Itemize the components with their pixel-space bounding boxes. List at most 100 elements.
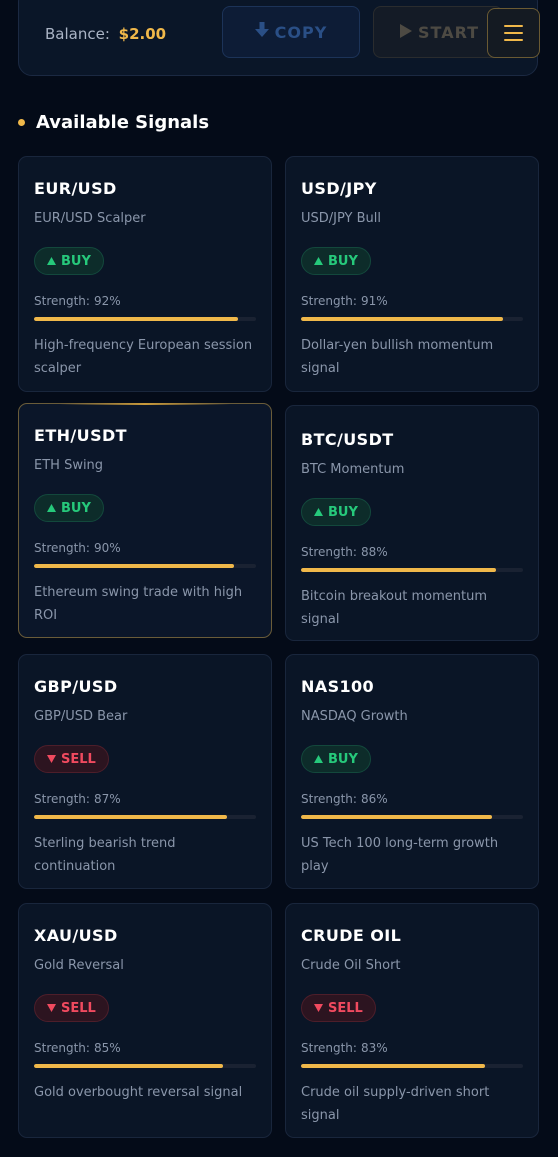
signal-card[interactable]: NAS100 NASDAQ Growth BUY Strength: 86% US Tec… xyxy=(285,654,539,889)
strength-label: Strength: xyxy=(34,792,90,806)
strength-text: Strength: 85% xyxy=(34,1041,121,1055)
strength-value: 88% xyxy=(360,545,388,559)
signal-description: Bitcoin breakout momentum signal xyxy=(301,589,487,627)
signal-description: High-frequency European session scalper xyxy=(34,338,253,376)
signal-description: Crude oil supply-driven short signal xyxy=(301,1085,490,1123)
strength-bar xyxy=(301,1064,523,1068)
strength-value: 91% xyxy=(360,294,388,308)
strength-value: 87% xyxy=(93,792,121,806)
triangle-up-icon xyxy=(314,254,323,269)
play-icon xyxy=(400,23,412,42)
hamburger-menu-icon[interactable] xyxy=(487,8,540,58)
direction-label: BUY xyxy=(61,500,91,516)
strength-value: 85% xyxy=(93,1041,121,1055)
strength-label: Strength: xyxy=(301,792,357,806)
signal-pair: BTC/USDT xyxy=(301,430,394,449)
strength-bar xyxy=(34,564,256,568)
signal-card[interactable]: XAU/USD Gold Reversal SELL Strength: 85% Gold… xyxy=(18,903,272,1138)
signal-pair: ETH/USDT xyxy=(34,426,127,445)
signal-pair: GBP/USD xyxy=(34,677,118,696)
copy-button[interactable]: COPY xyxy=(222,6,360,58)
direction-label: BUY xyxy=(328,253,358,269)
signal-strategy: EUR/USD Scalper xyxy=(34,211,146,226)
balance-label: Balance: xyxy=(45,25,110,43)
signal-pair: USD/JPY xyxy=(301,179,377,198)
direction-label: BUY xyxy=(328,504,358,520)
strength-bar xyxy=(34,815,256,819)
signal-card[interactable]: ETH/USDT ETH Swing BUY Strength: 90% Ethereum… xyxy=(18,403,272,638)
direction-badge: BUY xyxy=(34,247,104,275)
strength-value: 90% xyxy=(93,541,121,555)
triangle-up-icon xyxy=(314,752,323,767)
strength-value: 92% xyxy=(93,294,121,308)
strength-bar xyxy=(34,1064,256,1068)
start-label: START xyxy=(418,22,480,42)
strength-label: Strength: xyxy=(301,545,357,559)
section-title: Available Signals xyxy=(36,112,210,133)
direction-label: SELL xyxy=(61,751,96,767)
strength-value: 86% xyxy=(360,792,388,806)
signal-strategy: Crude Oil Short xyxy=(301,958,401,973)
direction-label: SELL xyxy=(328,1000,363,1016)
strength-text: Strength: 87% xyxy=(34,792,121,806)
strength-text: Strength: 86% xyxy=(301,792,388,806)
signal-strategy: GBP/USD Bear xyxy=(34,709,128,724)
signal-strategy: Gold Reversal xyxy=(34,958,124,973)
direction-badge: BUY xyxy=(301,498,371,526)
signal-pair: XAU/USD xyxy=(34,926,118,945)
triangle-down-icon xyxy=(314,1001,323,1016)
triangle-down-icon xyxy=(47,1001,56,1016)
direction-label: BUY xyxy=(61,253,91,269)
strength-text: Strength: 91% xyxy=(301,294,388,308)
signal-description: Gold overbought reversal signal xyxy=(34,1085,243,1100)
strength-label: Strength: xyxy=(301,294,357,308)
signal-pair: CRUDE OIL xyxy=(301,926,402,945)
strength-value: 83% xyxy=(360,1041,388,1055)
signal-card[interactable]: BTC/USDT BTC Momentum BUY Strength: 88% Bitco… xyxy=(285,405,539,641)
strength-bar xyxy=(301,317,523,321)
strength-label: Strength: xyxy=(34,1041,90,1055)
strength-bar-fill xyxy=(301,1064,486,1068)
direction-label: BUY xyxy=(328,751,358,767)
signal-description: US Tech 100 long-term growth play xyxy=(301,836,499,874)
strength-label: Strength: xyxy=(34,294,90,308)
signal-card[interactable]: GBP/USD GBP/USD Bear SELL Strength: 87% Sterl… xyxy=(18,654,272,889)
signal-description: Ethereum swing trade with high ROI xyxy=(34,585,243,623)
direction-label: SELL xyxy=(61,1000,96,1016)
signal-strategy: NASDAQ Growth xyxy=(301,709,408,724)
strength-text: Strength: 88% xyxy=(301,545,388,559)
direction-badge: SELL xyxy=(34,745,109,773)
signal-pair: NAS100 xyxy=(301,677,375,696)
start-button[interactable]: START xyxy=(373,6,503,58)
strength-text: Strength: 83% xyxy=(301,1041,388,1055)
strength-bar-fill xyxy=(34,317,239,321)
strength-bar-fill xyxy=(301,815,492,819)
signal-pair: EUR/USD xyxy=(34,179,117,198)
bullet-dot-icon xyxy=(18,119,25,126)
signal-description: Dollar-yen bullish momentum signal xyxy=(301,338,494,376)
signal-card[interactable]: USD/JPY USD/JPY Bull BUY Strength: 91% Dollar… xyxy=(285,156,539,392)
balance-value: $2.00 xyxy=(118,25,167,43)
balance-display: Balance: $2.00 xyxy=(45,25,166,43)
download-arrow-icon xyxy=(254,22,269,42)
signal-description: Sterling bearish trend continuation xyxy=(34,836,176,874)
signal-card[interactable]: EUR/USD EUR/USD Scalper BUY Strength: 92% Hig… xyxy=(18,156,272,392)
strength-bar-fill xyxy=(301,317,504,321)
strength-bar-fill xyxy=(34,564,234,568)
strength-bar-fill xyxy=(34,815,228,819)
direction-badge: SELL xyxy=(34,994,109,1022)
copy-label: COPY xyxy=(274,22,328,42)
direction-badge: BUY xyxy=(301,247,371,275)
strength-bar-fill xyxy=(301,568,497,572)
strength-label: Strength: xyxy=(34,541,90,555)
strength-text: Strength: 90% xyxy=(34,541,121,555)
account-panel: Balance: $2.00 COPY START xyxy=(18,0,538,76)
direction-badge: SELL xyxy=(301,994,376,1022)
triangle-down-icon xyxy=(47,752,56,767)
strength-bar xyxy=(34,317,256,321)
strength-text: Strength: 92% xyxy=(34,294,121,308)
signal-strategy: BTC Momentum xyxy=(301,462,405,477)
direction-badge: BUY xyxy=(301,745,371,773)
signal-strategy: USD/JPY Bull xyxy=(301,211,381,226)
signal-card[interactable]: CRUDE OIL Crude Oil Short SELL Strength: 83%… xyxy=(285,903,539,1138)
